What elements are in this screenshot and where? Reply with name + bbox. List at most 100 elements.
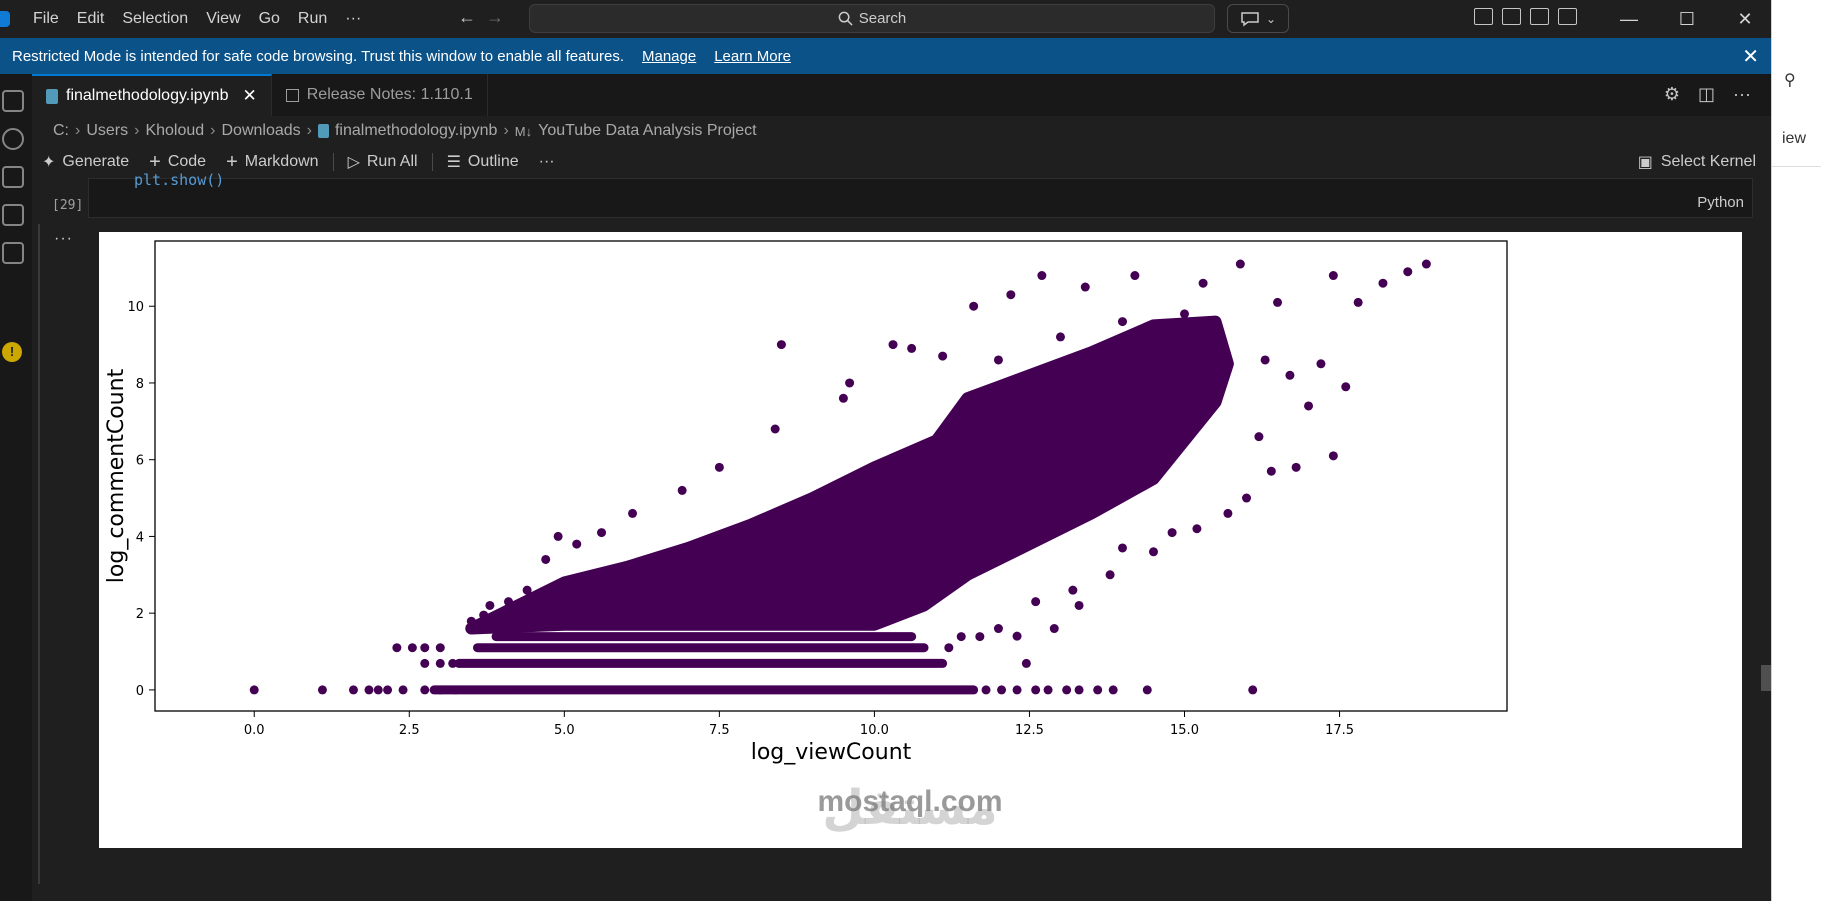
tab-actions: ⚙ ◫ ··· — [1664, 84, 1751, 105]
select-kernel-button[interactable]: ▣ Select Kernel — [1638, 152, 1756, 172]
x-tick-label: 7.5 — [709, 723, 730, 738]
scatter-plot-output: 0.0 2.5 5.0 7.5 10.0 12.5 15.0 17.5 0 2 4 6 8 10 log_… — [99, 232, 1742, 848]
menu-file[interactable]: File — [24, 0, 68, 38]
forward-arrow-icon[interactable]: → — [486, 7, 504, 28]
chat-icon — [1241, 11, 1259, 26]
scrollbar-thumb[interactable] — [1761, 665, 1771, 691]
kernel-label: Select Kernel — [1660, 153, 1756, 170]
more-actions-icon[interactable]: ··· — [1733, 84, 1751, 105]
scatter-point — [975, 632, 985, 642]
window-controls: — ☐ ✕ — [1600, 0, 1774, 38]
tab-release-notes[interactable]: Release Notes: 1.110.1 — [272, 74, 488, 116]
scatter-point — [451, 685, 461, 695]
scatter-point — [1192, 524, 1202, 534]
output-menu-button[interactable]: ··· — [54, 230, 73, 248]
outline-button[interactable]: ☰ Outline — [437, 152, 529, 172]
run-debug-icon[interactable] — [2, 204, 24, 226]
breadcrumb-users[interactable]: Users — [86, 122, 128, 140]
scatter-point — [1403, 267, 1413, 277]
scatter-point — [981, 685, 991, 695]
scatter-point — [420, 643, 430, 653]
nav-arrows: ← → — [458, 7, 504, 28]
scatter-point — [1037, 271, 1047, 281]
scatter-point — [1328, 451, 1338, 461]
release-notes-icon — [285, 88, 299, 102]
scatter-point — [1006, 290, 1016, 300]
scatter-point — [1198, 278, 1208, 288]
scatter-point — [541, 554, 551, 564]
cell-language-label[interactable]: Python — [1697, 194, 1744, 211]
editor-tabs: finalmethodology.ipynb ✕ Release Notes: … — [32, 74, 1771, 116]
maximize-icon[interactable]: ☐ — [1658, 0, 1716, 38]
notebook-file-icon — [46, 88, 58, 104]
toggle-secondary-sidebar-icon[interactable] — [1558, 8, 1577, 25]
scatter-point — [1142, 685, 1152, 695]
generate-button[interactable]: ✦ Generate — [32, 152, 139, 172]
menu-selection[interactable]: Selection — [113, 0, 197, 38]
close-icon[interactable]: ✕ — [1742, 44, 1759, 69]
toggle-primary-sidebar-icon[interactable] — [1502, 8, 1521, 25]
code-cell-editor[interactable]: plt.show() Python — [88, 171, 1753, 218]
scatter-point — [1148, 547, 1158, 557]
scatter-point — [1260, 355, 1270, 365]
markdown-label: Markdown — [244, 153, 319, 170]
minimize-icon[interactable]: — — [1600, 0, 1658, 38]
source-control-icon[interactable] — [2, 166, 24, 188]
scatter-point — [448, 658, 458, 668]
layout-controls — [1474, 8, 1577, 25]
gear-icon[interactable]: ⚙ — [1664, 84, 1680, 105]
chat-button[interactable]: ⌄ — [1227, 4, 1289, 33]
scatter-point — [1055, 332, 1065, 342]
menu-edit[interactable]: Edit — [68, 0, 114, 38]
run-all-button[interactable]: ▷ Run All — [338, 152, 428, 172]
toolbar-divider — [332, 153, 334, 171]
scatter-point — [1080, 282, 1090, 292]
scatter-point — [888, 340, 898, 350]
search-icon[interactable]: ⚲ — [1784, 70, 1796, 90]
menu-go[interactable]: Go — [250, 0, 289, 38]
scatter-point — [373, 685, 383, 695]
close-window-icon[interactable]: ✕ — [1716, 0, 1774, 38]
banner-message: Restricted Mode is intended for safe cod… — [12, 47, 624, 65]
learn-more-link[interactable]: Learn More — [714, 48, 791, 65]
breadcrumb-kholoud[interactable]: Kholoud — [145, 122, 204, 140]
scatter-point — [435, 685, 445, 695]
scatter-point — [845, 378, 855, 388]
scatter-point — [553, 531, 563, 541]
customize-layout-icon[interactable] — [1474, 8, 1493, 25]
breadcrumb-drive[interactable]: C: — [53, 122, 69, 140]
code-label: Code — [167, 153, 207, 170]
background-window: ⚲ iew — [1771, 0, 1821, 901]
scatter-point — [1117, 543, 1127, 553]
scatter-point — [1285, 370, 1295, 380]
menu-view[interactable]: View — [197, 0, 249, 38]
toggle-panel-icon[interactable] — [1530, 8, 1549, 25]
search-view-icon[interactable] — [2, 128, 24, 150]
manage-link[interactable]: Manage — [642, 48, 696, 65]
menu-run[interactable]: Run — [289, 0, 336, 38]
add-markdown-cell-button[interactable]: + Markdown — [216, 151, 329, 174]
command-center-search[interactable]: Search — [529, 4, 1215, 33]
scatter-point — [522, 585, 532, 595]
breadcrumb-section[interactable]: YouTube Data Analysis Project — [538, 122, 757, 140]
back-arrow-icon[interactable]: ← — [458, 7, 476, 28]
split-editor-icon[interactable]: ◫ — [1698, 84, 1715, 105]
close-tab-icon[interactable]: ✕ — [242, 86, 256, 106]
background-window-text: iew — [1782, 130, 1807, 147]
y-axis-label: log_commentCount — [104, 368, 129, 583]
breadcrumb-file[interactable]: finalmethodology.ipynb — [335, 122, 497, 140]
explorer-icon[interactable] — [2, 90, 24, 112]
scatter-point — [1130, 271, 1140, 281]
scatter-point — [317, 685, 327, 695]
scatter-point — [1068, 585, 1078, 595]
scatter-point — [1223, 508, 1233, 518]
toolbar-more-button[interactable]: ··· — [529, 153, 565, 171]
breadcrumb-downloads[interactable]: Downloads — [221, 122, 300, 140]
plus-icon: + — [226, 150, 238, 173]
menu-more[interactable]: ··· — [336, 0, 370, 38]
x-tick-label: 5.0 — [554, 723, 575, 738]
generate-label: Generate — [62, 153, 130, 170]
scatter-point — [348, 685, 358, 695]
tab-finalmethodology[interactable]: finalmethodology.ipynb ✕ — [32, 74, 272, 116]
extensions-icon[interactable] — [2, 242, 24, 264]
